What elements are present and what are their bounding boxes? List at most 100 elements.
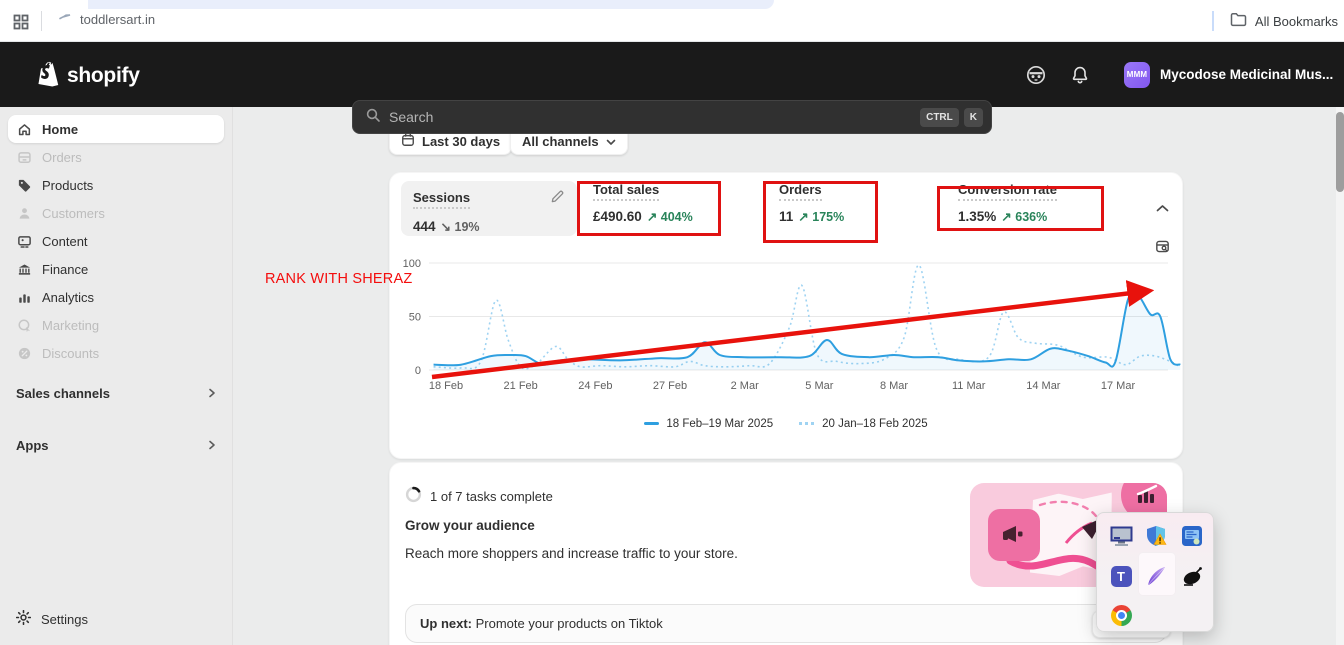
kbd-ctrl: CTRL (920, 107, 959, 127)
chevron-right-icon (207, 438, 217, 453)
metric-value: 444 (413, 219, 436, 234)
shopify-top-bar: shopify Search CTRL K MMM Mycodose Medic… (0, 42, 1344, 134)
sidebar-item-home[interactable]: Home (8, 115, 224, 143)
home-icon (16, 121, 32, 137)
store-account-button[interactable]: MMM Mycodose Medicinal Mus... (1124, 61, 1334, 88)
tasks-progress-circle (405, 486, 422, 506)
calendar-icon (401, 133, 415, 150)
satellite-dish-icon[interactable] (1178, 562, 1206, 590)
search-icon (365, 107, 381, 128)
section-label: Apps (16, 437, 49, 453)
sidebar-item-label: Marketing (42, 317, 100, 333)
annotation-box-conversion-rate (937, 186, 1104, 231)
sidebar-item-products[interactable]: Products (8, 171, 224, 199)
computer-management-icon[interactable] (1107, 522, 1135, 550)
windows-security-icon[interactable] (1142, 522, 1170, 550)
view-report-icon[interactable] (1154, 238, 1171, 260)
chrome-icon[interactable] (1107, 601, 1135, 629)
scrollbar[interactable] (1336, 107, 1344, 645)
up-next-task: Promote your products on Tiktok (472, 616, 663, 631)
chevron-right-icon (207, 386, 217, 401)
sidebar-item-label: Finance (42, 261, 89, 277)
setup-guide-card: 1 of 7 tasks complete Grow your audience… (389, 462, 1183, 645)
notifications-bell-icon[interactable] (1064, 59, 1096, 91)
sidebar-item-content[interactable]: Content (8, 227, 224, 255)
browser-bookmarks-bar: toddlersart.in All Bookmarks (0, 0, 1344, 42)
metric-sessions[interactable]: Sessions 444 ↘ 19% (401, 181, 577, 236)
megaphone-icon (988, 509, 1040, 561)
global-search-input[interactable]: Search CTRL K (352, 100, 992, 134)
sidebar-item-analytics[interactable]: Analytics (8, 283, 224, 311)
gear-icon (15, 609, 32, 628)
sidebar-item-finance[interactable]: Finance (8, 255, 224, 283)
sidebar-item-label: Home (42, 121, 79, 137)
sidebar-item-label: Customers (42, 205, 105, 221)
sidebar-item-customers[interactable]: Customers (8, 199, 224, 227)
sidebar-item-discounts[interactable]: Discounts (8, 339, 224, 367)
bookmark-favicon-arrow-icon (58, 12, 72, 27)
annotation-box-orders (763, 181, 878, 243)
sidebar-item-label: Discounts (42, 345, 100, 361)
svg-text:50: 50 (409, 312, 421, 324)
feather-app-icon[interactable] (1142, 562, 1170, 590)
tasks-progress-label: 1 of 7 tasks complete (430, 488, 553, 504)
marketing-icon (16, 317, 32, 333)
scrollbar-thumb[interactable] (1336, 112, 1344, 192)
svg-text:14 Mar: 14 Mar (1026, 380, 1061, 392)
all-bookmarks-label[interactable]: All Bookmarks (1255, 14, 1338, 29)
up-next-prefix: Up next: (420, 616, 472, 631)
folder-icon (1230, 12, 1247, 30)
orders-icon (16, 149, 32, 165)
sidebar-section-apps[interactable]: Apps (0, 431, 233, 459)
sidebar-item-label: Analytics (42, 289, 95, 305)
store-avatar: MMM (1124, 61, 1150, 88)
sidebar-item-label: Content (42, 233, 88, 249)
content-icon (16, 233, 32, 249)
sidebar-nav: Home Orders Products Customers Content F… (0, 107, 233, 645)
system-tray-popup: T (1096, 512, 1214, 632)
sidebar-item-marketing[interactable]: Marketing (8, 311, 224, 339)
store-name: Mycodose Medicinal Mus... (1160, 67, 1334, 82)
apps-grid-icon[interactable] (13, 14, 29, 30)
metric-label: Sessions (413, 190, 471, 209)
channels-label: All channels (522, 133, 599, 149)
pencil-edit-icon[interactable] (550, 189, 565, 209)
legend-previous-period[interactable]: 20 Jan–18 Feb 2025 (799, 418, 928, 430)
trend-down-icon: ↘ (440, 220, 452, 234)
settings-label: Settings (41, 611, 88, 627)
annotation-rank-text: RANK WITH SHERAZ (265, 271, 413, 287)
sidebar-item-orders[interactable]: Orders (8, 143, 224, 171)
screen: toddlersart.in All Bookmarks shopify Sea… (0, 0, 1344, 645)
remote-desktop-icon[interactable] (1178, 522, 1206, 550)
products-tag-icon (16, 177, 32, 193)
sidebar-section-sales-channels[interactable]: Sales channels (0, 379, 233, 407)
collapse-chevron-up-icon[interactable] (1156, 200, 1169, 218)
chevron-down-icon (606, 134, 616, 149)
bookmark-item[interactable]: toddlersart.in (58, 12, 155, 27)
shopify-bag-icon (36, 60, 60, 92)
svg-text:100: 100 (403, 258, 421, 270)
kbd-k: K (963, 107, 983, 127)
browser-tab-remnant (88, 0, 774, 9)
shopify-wordmark: shopify (67, 64, 140, 87)
svg-text:27 Feb: 27 Feb (653, 380, 687, 392)
solid-line-swatch (644, 422, 660, 426)
microsoft-teams-icon[interactable]: T (1107, 562, 1135, 590)
divider (1211, 11, 1214, 31)
svg-text:2 Mar: 2 Mar (731, 380, 759, 392)
annotation-box-total-sales (577, 181, 721, 236)
date-range-label: Last 30 days (422, 133, 501, 149)
legend-current-period[interactable]: 18 Feb–19 Mar 2025 (644, 418, 773, 430)
svg-text:11 Mar: 11 Mar (952, 380, 986, 392)
up-next-row[interactable]: Up next: Promote your products on Tiktok (405, 604, 1167, 643)
divider (41, 11, 42, 31)
incognito-face-icon[interactable] (1020, 59, 1052, 91)
sidebar-item-settings[interactable]: Settings (8, 605, 225, 633)
shopify-logo[interactable]: shopify (36, 60, 140, 92)
analytics-bars-icon (16, 289, 32, 305)
finance-bank-icon (16, 261, 32, 277)
tasks-subtitle: Reach more shoppers and increase traffic… (405, 546, 738, 561)
sidebar-item-label: Products (42, 177, 94, 193)
search-placeholder: Search (389, 109, 434, 125)
customers-icon (16, 205, 32, 221)
